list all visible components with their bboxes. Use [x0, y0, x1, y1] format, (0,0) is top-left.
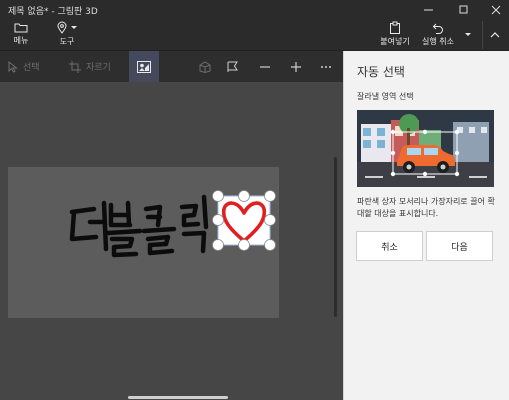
- magic-select-tool[interactable]: [129, 51, 159, 82]
- paste-label: 붙여넣기: [380, 37, 410, 46]
- plus-icon: [291, 61, 301, 72]
- close-button[interactable]: [480, 0, 509, 19]
- selection-handle: [264, 239, 276, 251]
- zoom-out-button[interactable]: [252, 51, 278, 82]
- selection-handle: [212, 190, 224, 202]
- more-icon: [321, 65, 331, 68]
- undo-label: 실행 취소: [422, 37, 454, 46]
- maximize-icon: [459, 5, 468, 13]
- car-illustration: [357, 110, 494, 187]
- maximize-button[interactable]: [448, 0, 480, 19]
- cursor-icon: [8, 60, 18, 73]
- vertical-scrollbar[interactable]: [334, 157, 337, 317]
- magic-select-icon: [137, 60, 151, 73]
- panel-title: 자동 선택: [357, 65, 405, 79]
- clipboard-icon: [390, 21, 400, 34]
- paste-button[interactable]: 붙여넣기: [377, 21, 413, 49]
- tools-button[interactable]: 도구: [52, 21, 82, 49]
- 3d-view-button[interactable]: [192, 51, 218, 82]
- illustration-preview: [357, 110, 494, 187]
- panel-subtitle: 잘라낼 영역 선택: [357, 92, 414, 101]
- chevron-down-icon: [465, 33, 471, 36]
- panel-description: 파란색 상자 모서리나 가장자리로 끌어 확대할 대상을 표시합니다.: [357, 197, 495, 218]
- selection-handle: [264, 190, 276, 202]
- undo-icon: [432, 23, 443, 34]
- close-icon: [491, 5, 501, 14]
- crop-tool[interactable]: 자르기: [69, 51, 111, 82]
- canvas-drawing[interactable]: [8, 167, 279, 318]
- undo-dropdown-button[interactable]: [462, 21, 474, 49]
- crop-label: 자르기: [86, 63, 111, 73]
- drawing-canvas[interactable]: [8, 167, 279, 318]
- window-title: 제목 없음* - 그림판 3D: [8, 7, 98, 17]
- selection-handle: [212, 214, 224, 226]
- collapse-ribbon-button[interactable]: [482, 21, 506, 49]
- minimize-icon: [424, 9, 433, 10]
- folder-icon: [14, 23, 28, 33]
- undo-button[interactable]: 실행 취소: [419, 21, 457, 49]
- next-button[interactable]: 다음: [426, 231, 493, 261]
- chevron-down-icon: [71, 25, 77, 29]
- selection-handle: [212, 239, 224, 251]
- crop-icon: [69, 60, 81, 73]
- selection-handle: [238, 190, 250, 202]
- cancel-button[interactable]: 취소: [356, 231, 423, 261]
- cancel-label: 취소: [381, 242, 398, 253]
- minus-icon: [260, 65, 270, 68]
- handwriting-strokes: [69, 194, 209, 258]
- horizontal-scrollbar[interactable]: [128, 396, 228, 399]
- more-options-button[interactable]: [313, 51, 339, 82]
- cube-view-icon: [199, 60, 211, 73]
- selection-handle: [238, 239, 250, 251]
- chevron-up-icon: [490, 32, 499, 38]
- next-label: 다음: [451, 242, 468, 253]
- workspace[interactable]: [0, 82, 343, 400]
- flag-icon: [227, 61, 238, 72]
- flag-button[interactable]: [220, 51, 246, 82]
- selection-handle: [264, 214, 276, 226]
- zoom-in-button[interactable]: [283, 51, 309, 82]
- canvas-toolbar: 선택 자르기: [0, 51, 343, 82]
- ribbon: 메뉴 도구 붙여넣기 실행 취소: [0, 19, 509, 51]
- select-tool[interactable]: 선택: [8, 51, 40, 82]
- select-label: 선택: [23, 63, 40, 73]
- menu-button[interactable]: 메뉴: [9, 21, 33, 49]
- tools-label: 도구: [59, 37, 75, 46]
- menu-label: 메뉴: [13, 36, 29, 45]
- minimize-button[interactable]: [413, 0, 445, 19]
- magic-select-panel: 자동 선택 잘라낼 영역 선택 파란색 상자 모서리나 가장자리로 끌어 확대할…: [343, 51, 509, 400]
- location-pin-icon: [57, 21, 67, 34]
- title-bar: 제목 없음* - 그림판 3D: [0, 0, 509, 19]
